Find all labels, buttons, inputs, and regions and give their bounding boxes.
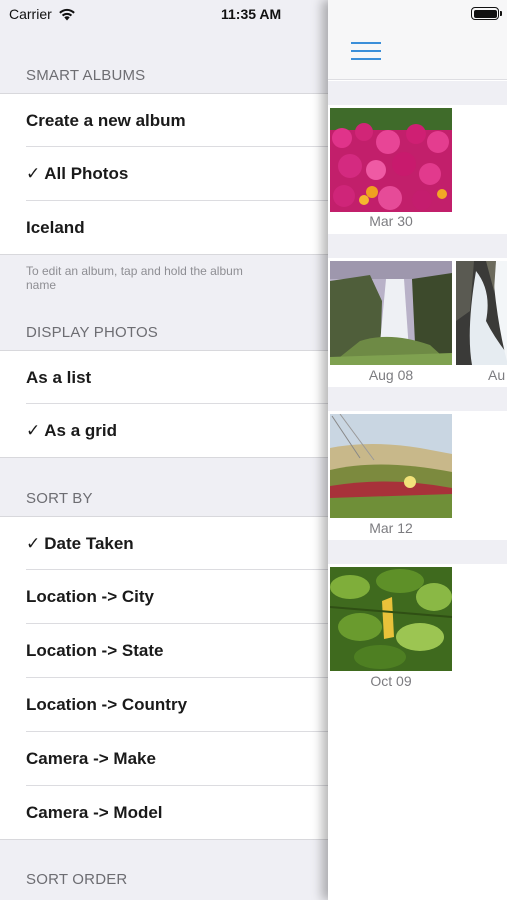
photo-thumbnail-grass-dune[interactable] bbox=[330, 414, 452, 518]
menu-item-label: Location -> Country bbox=[26, 695, 188, 714]
menu-item-label: As a list bbox=[26, 367, 92, 387]
menu-item-as-grid[interactable]: ✓ As a grid bbox=[0, 404, 328, 458]
photo-thumbnail-flowers[interactable] bbox=[330, 108, 452, 212]
menu-item-camera-make[interactable]: Camera -> Make bbox=[0, 732, 328, 786]
section-header-sort-order: SORT ORDER bbox=[26, 871, 128, 888]
menu-item-label: Camera -> Make bbox=[26, 749, 156, 768]
photo-thumbnail-green-leaves[interactable] bbox=[330, 567, 452, 671]
status-time: 11:35 AM bbox=[221, 6, 282, 22]
status-carrier: Carrier bbox=[9, 6, 76, 22]
side-menu: Carrier 11:35 AM SMART ALBUMS Create a n… bbox=[0, 0, 328, 900]
menu-item-label: As a grid bbox=[44, 420, 117, 440]
menu-item-location-state[interactable]: Location -> State bbox=[0, 624, 328, 678]
carrier-label: Carrier bbox=[9, 6, 52, 22]
checkmark-icon: ✓ bbox=[26, 533, 41, 553]
photo-date-label: Mar 30 bbox=[369, 213, 413, 229]
menu-item-label: Iceland bbox=[26, 217, 85, 237]
photo-grid-panel: Mar 30 Aug 08 Au Mar 12 Oct 09 bbox=[328, 0, 507, 900]
menu-item-as-list[interactable]: As a list bbox=[0, 350, 328, 404]
wifi-icon bbox=[58, 8, 75, 20]
section-header-display-photos: DISPLAY PHOTOS bbox=[26, 324, 159, 341]
grid-section-gap bbox=[328, 81, 507, 105]
grid-section-gap bbox=[328, 540, 507, 564]
photo-thumbnail-waterfall-closeup[interactable] bbox=[456, 261, 507, 365]
photo-date-label: Mar 12 bbox=[369, 520, 413, 536]
photo-date-label: Aug 08 bbox=[368, 367, 414, 383]
menu-item-location-country[interactable]: Location -> Country bbox=[0, 678, 328, 732]
menu-item-label: Camera -> Model bbox=[26, 802, 163, 822]
menu-item-label: All Photos bbox=[44, 164, 129, 183]
hamburger-menu-icon[interactable] bbox=[351, 42, 381, 62]
menu-item-location-city[interactable]: Location -> City bbox=[0, 570, 328, 624]
menu-item-label: Date Taken bbox=[44, 533, 134, 553]
section-header-sort-by: SORT BY bbox=[26, 490, 93, 507]
photo-date-label: Oct 09 bbox=[370, 673, 412, 689]
menu-item-label: Location -> City bbox=[26, 587, 154, 606]
section-header-smart-albums: SMART ALBUMS bbox=[26, 67, 146, 84]
menu-item-all-photos[interactable]: ✓ All Photos bbox=[0, 147, 328, 201]
menu-item-iceland[interactable]: Iceland bbox=[0, 201, 328, 255]
menu-item-camera-model[interactable]: Camera -> Model bbox=[0, 786, 328, 840]
grid-section-gap bbox=[328, 387, 507, 411]
checkmark-icon: ✓ bbox=[26, 164, 41, 183]
battery-icon bbox=[471, 7, 502, 20]
menu-item-create-album[interactable]: Create a new album bbox=[0, 93, 328, 147]
grid-section-gap bbox=[328, 234, 507, 258]
nav-bar bbox=[328, 0, 507, 80]
menu-item-label: Create a new album bbox=[26, 110, 186, 130]
photo-date-label: Au bbox=[488, 367, 506, 383]
menu-item-date-taken[interactable]: ✓ Date Taken bbox=[0, 516, 328, 570]
menu-item-label: Location -> State bbox=[26, 641, 164, 660]
checkmark-icon: ✓ bbox=[26, 420, 41, 440]
section-footer-note: To edit an album, tap and hold the album… bbox=[26, 264, 243, 292]
photo-thumbnail-waterfall[interactable] bbox=[330, 261, 452, 365]
